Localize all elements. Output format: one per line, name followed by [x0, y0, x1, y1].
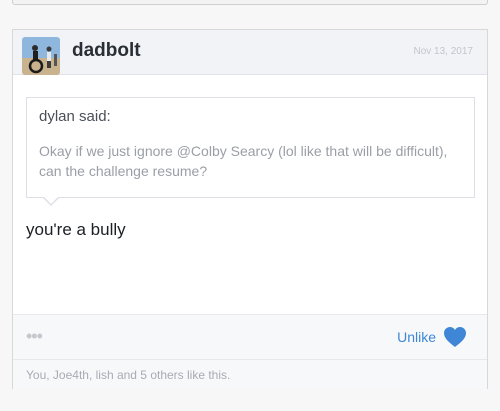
avatar[interactable] — [22, 37, 60, 75]
forum-post: dadbolt Nov 13, 2017 dylan said: Okay if… — [12, 29, 488, 389]
post-date: Nov 13, 2017 — [413, 46, 474, 57]
likes-summary[interactable]: You, Joe4th, lish and 5 others like this… — [26, 368, 230, 382]
footer-divider — [13, 359, 487, 360]
quote-author[interactable]: dylan said: — [39, 108, 111, 125]
avatar-image — [22, 37, 60, 75]
quote-block: dylan said: Okay if we just ignore @Colb… — [26, 97, 475, 198]
quote-pointer-fill — [43, 196, 59, 204]
heart-icon[interactable] — [443, 326, 467, 348]
quote-text: Okay if we just ignore @Colby Searcy (lo… — [39, 143, 448, 179]
post-header: dadbolt Nov 13, 2017 — [13, 30, 487, 75]
unlike-button[interactable]: Unlike — [397, 329, 436, 345]
message-text: you're a bully — [26, 220, 126, 239]
username[interactable]: dadbolt — [72, 40, 141, 62]
more-options-icon[interactable]: ••• — [26, 327, 43, 345]
post-footer: ••• Unlike You, Joe4th, lish and 5 other… — [13, 314, 487, 389]
previous-post-edge — [12, 0, 488, 5]
